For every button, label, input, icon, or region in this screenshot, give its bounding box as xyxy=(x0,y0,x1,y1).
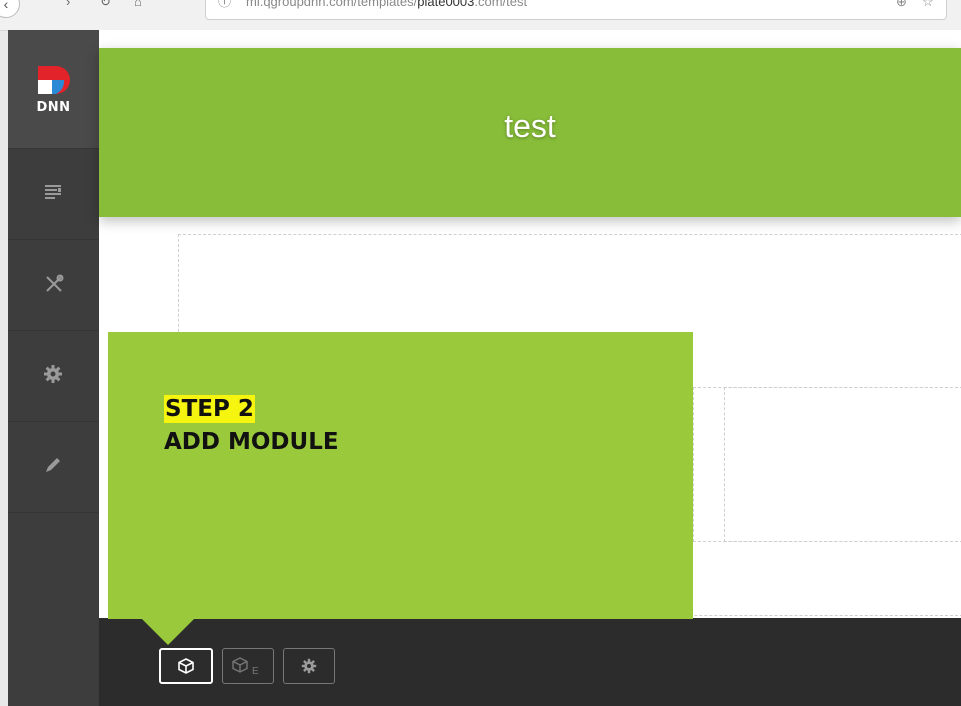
callout-pointer xyxy=(141,618,195,645)
back-button[interactable]: ‹ xyxy=(0,0,20,18)
persona-bar: DNN xyxy=(8,30,99,706)
edit-pencil-icon xyxy=(46,458,60,472)
address-bar[interactable]: ⓘ mi.qgroupdnn.com/templates/plate0003.c… xyxy=(205,0,947,20)
info-icon: ⓘ xyxy=(218,0,232,9)
logo-text: DNN xyxy=(36,100,71,115)
dnn-logo-mark-icon xyxy=(38,66,70,94)
sidebar-item-edit[interactable] xyxy=(8,421,99,512)
tools-icon xyxy=(46,274,64,292)
sidebar-divider xyxy=(8,512,99,603)
page-title: test xyxy=(504,108,556,144)
module-cube-icon xyxy=(178,658,194,674)
settings-icon xyxy=(44,365,62,383)
existing-module-icon: E xyxy=(232,657,259,676)
pane-right-inner[interactable] xyxy=(724,387,961,542)
sidebar-item-content[interactable] xyxy=(8,148,99,239)
bookmark-star-icon[interactable]: ☆ xyxy=(922,0,934,17)
page-banner: test xyxy=(99,48,961,217)
step-title: ADD MODULE xyxy=(164,429,339,455)
zoom-icon[interactable]: ⊕ xyxy=(896,0,907,17)
dnn-logo[interactable]: DNN xyxy=(8,30,99,148)
browser-toolbar: ‹ › ↻ ⌂ ⓘ mi.qgroupdnn.com/templates/pla… xyxy=(0,0,961,31)
forward-icon[interactable]: › xyxy=(66,0,70,9)
gear-icon xyxy=(301,658,317,674)
add-module-button[interactable] xyxy=(159,648,213,684)
add-existing-module-button[interactable]: E xyxy=(222,648,274,684)
sidebar-item-settings[interactable] xyxy=(8,330,99,421)
url-text: mi.qgroupdnn.com/templates/plate0003.com… xyxy=(246,0,528,9)
page-settings-button[interactable] xyxy=(283,648,335,684)
sidebar-item-tools[interactable] xyxy=(8,239,99,330)
step-label: STEP 2 xyxy=(164,395,255,423)
tour-callout xyxy=(108,332,693,619)
content-icon xyxy=(45,185,61,199)
reload-icon[interactable]: ↻ xyxy=(100,0,111,10)
svg-text:E: E xyxy=(252,666,259,676)
home-icon[interactable]: ⌂ xyxy=(134,0,142,9)
